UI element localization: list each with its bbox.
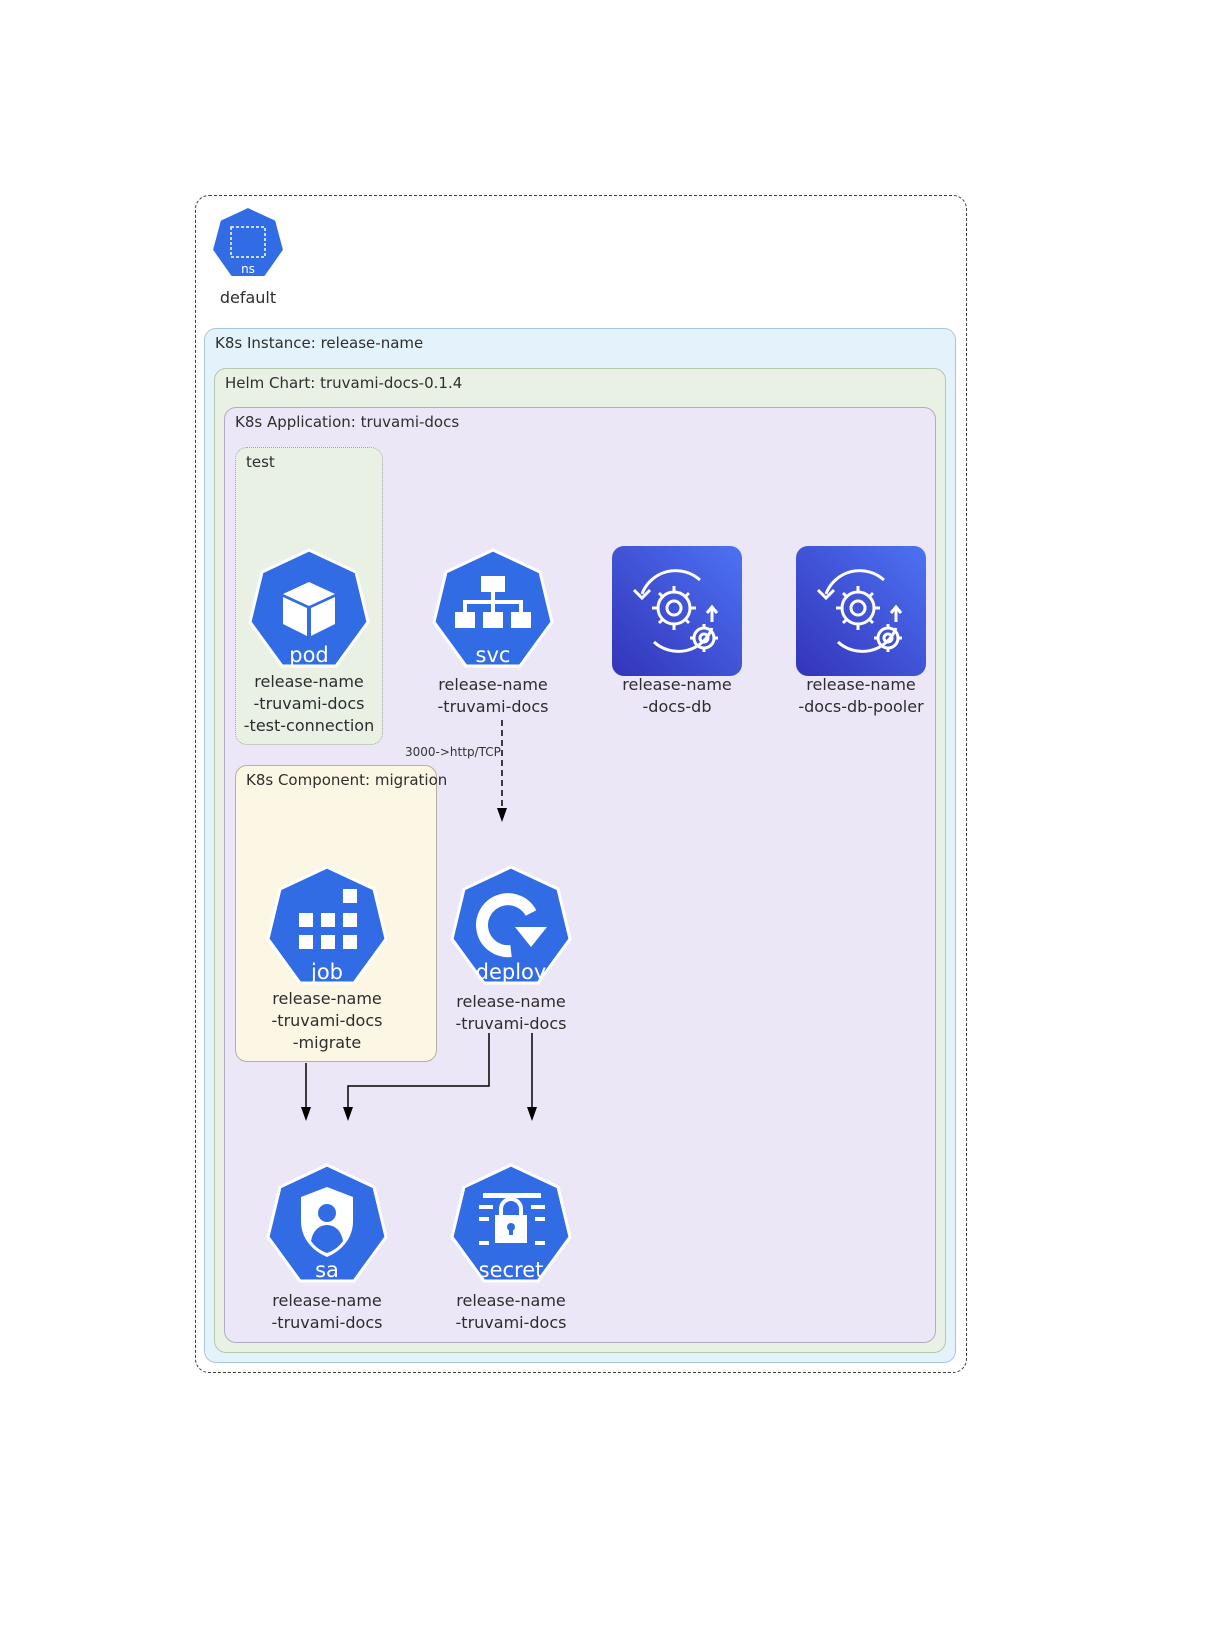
docs-db-pooler-name: release-name -docs-db-pooler	[771, 674, 951, 718]
docs-db-name-line-2: -docs-db	[642, 697, 712, 716]
edge-deploy-sa-arrowhead	[343, 1107, 353, 1121]
sa-heptagon-icon: sa	[266, 1163, 388, 1283]
sa-kind-label: sa	[315, 1258, 339, 1282]
pod-kind-label: pod	[289, 643, 329, 667]
docs-db-pooler-name-line-2: -docs-db-pooler	[798, 697, 924, 716]
pod-node[interactable]: pod	[247, 548, 371, 672]
job-kind-label: job	[310, 960, 343, 984]
job-name-line-2: -truvami-docs	[271, 1011, 383, 1030]
edge-svc-deploy-label: 3000->http/TCP	[405, 745, 501, 759]
deploy-name-line-1: release-name	[456, 992, 566, 1011]
sa-node[interactable]: sa	[265, 1163, 389, 1287]
svc-heptagon-icon: svc	[432, 548, 554, 668]
svc-kind-label: svc	[476, 643, 511, 667]
secret-name: release-name -truvami-docs	[421, 1290, 601, 1334]
pod-name-line-2: -truvami-docs	[253, 694, 365, 713]
docs-db-pooler-name-line-1: release-name	[806, 675, 916, 694]
pod-heptagon-icon: pod	[248, 548, 370, 668]
secret-node[interactable]: secret	[449, 1163, 573, 1287]
deploy-heptagon-icon: deploy	[450, 865, 572, 985]
pod-name-line-1: release-name	[254, 672, 364, 691]
pod-name-line-3: -test-connection	[243, 716, 375, 735]
docs-db-name-line-1: release-name	[622, 675, 732, 694]
deploy-kind-label: deploy	[476, 960, 547, 984]
sa-name: release-name -truvami-docs	[237, 1290, 417, 1334]
job-name: release-name -truvami-docs -migrate	[237, 988, 417, 1054]
secret-name-line-2: -truvami-docs	[455, 1313, 567, 1332]
docs-db-node[interactable]	[612, 546, 742, 676]
job-name-line-3: -migrate	[292, 1033, 362, 1052]
deploy-name-line-2: -truvami-docs	[455, 1014, 567, 1033]
docs-db-name: release-name -docs-db	[587, 674, 767, 718]
job-node[interactable]: job	[265, 865, 389, 989]
svc-node[interactable]: svc	[431, 548, 555, 672]
deploy-name: release-name -truvami-docs	[421, 991, 601, 1035]
svc-name-line-2: -truvami-docs	[437, 697, 549, 716]
edges-layer	[301, 720, 537, 1121]
secret-kind-label: secret	[479, 1258, 544, 1282]
job-heptagon-icon: job	[266, 865, 388, 985]
svc-name: release-name -truvami-docs	[403, 674, 583, 718]
docs-db-pooler-node[interactable]	[796, 546, 926, 676]
edge-svc-deploy-arrowhead	[497, 808, 507, 822]
job-name-line-1: release-name	[272, 989, 382, 1008]
edge-job-sa-arrowhead	[301, 1107, 311, 1121]
secret-heptagon-icon: secret	[450, 1163, 572, 1283]
deploy-node[interactable]: deploy	[449, 865, 573, 989]
svc-name-line-1: release-name	[438, 675, 548, 694]
secret-name-line-1: release-name	[456, 1291, 566, 1310]
docs-db-icon-box	[612, 546, 742, 676]
edge-deploy-secret-arrowhead	[527, 1107, 537, 1121]
sa-name-line-1: release-name	[272, 1291, 382, 1310]
sa-name-line-2: -truvami-docs	[271, 1313, 383, 1332]
docs-db-pooler-icon-box	[796, 546, 926, 676]
pod-name: release-name -truvami-docs -test-connect…	[219, 671, 399, 737]
